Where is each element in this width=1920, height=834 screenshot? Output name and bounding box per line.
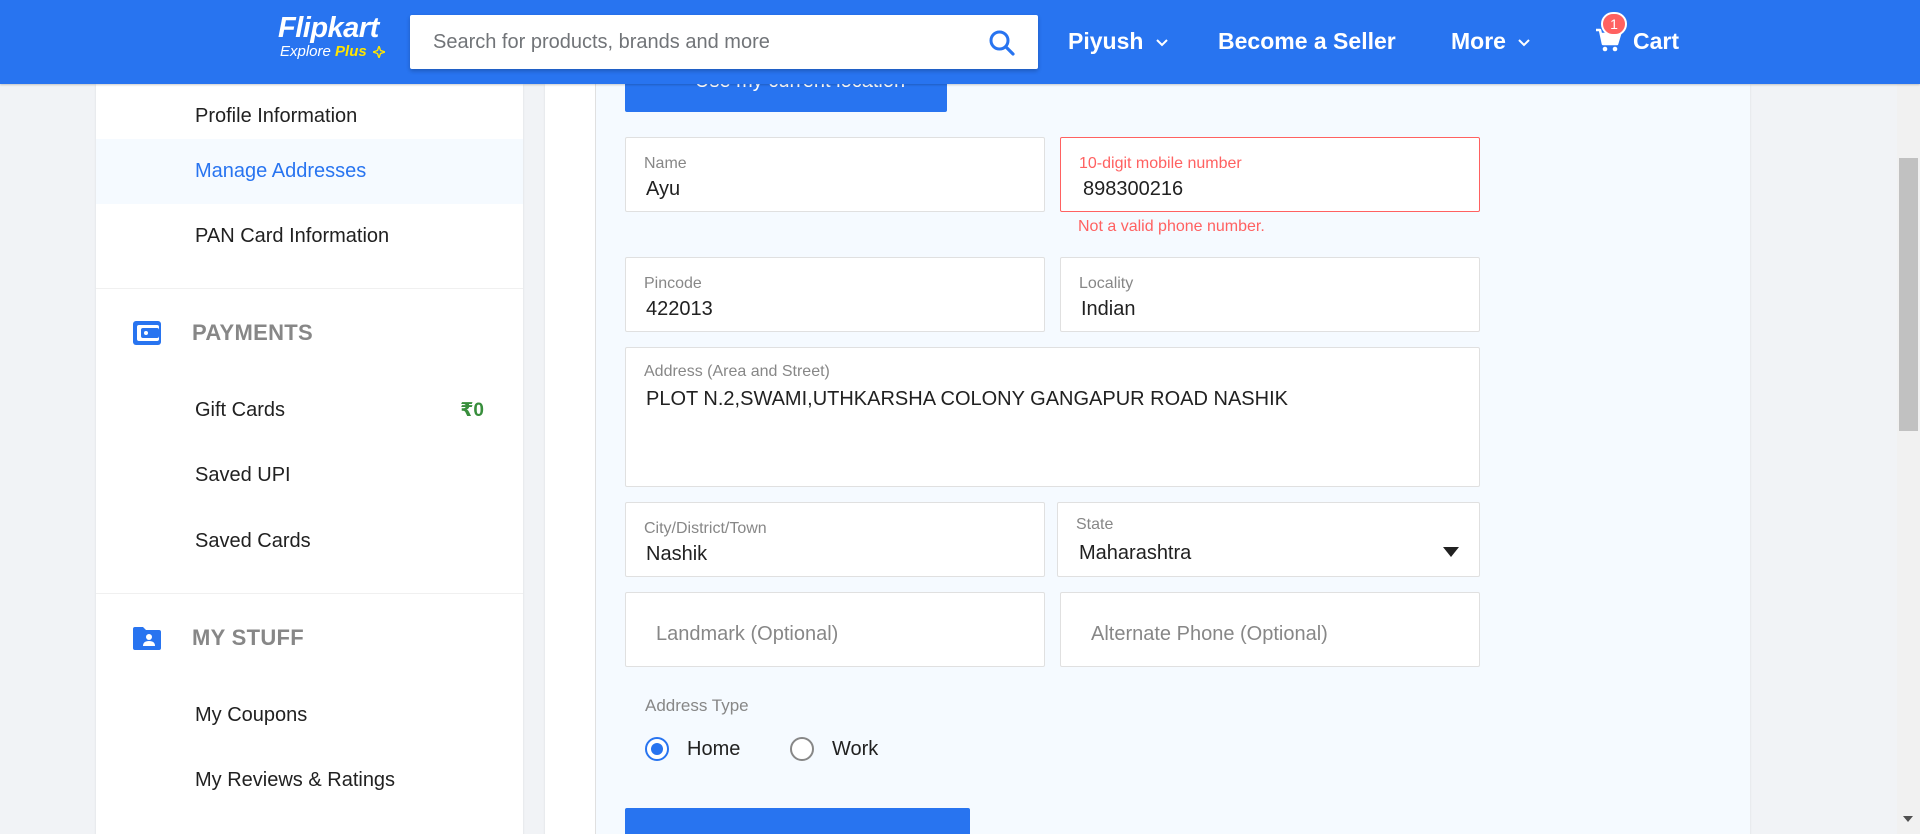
logo-brand: Flipkart: [278, 12, 379, 44]
location-button-label: Use my current location: [695, 84, 905, 93]
cart-label: Cart: [1633, 28, 1680, 54]
wallet-icon: [133, 321, 161, 345]
sidebar-item-label: Gift Cards: [195, 399, 286, 421]
address-textarea[interactable]: Address (Area and Street) PLOT N.2,SWAMI…: [625, 347, 1480, 487]
locality-value: Indian: [1081, 298, 1136, 320]
mystuff-section-header: MY STUFF: [96, 609, 523, 669]
payments-section-header: PAYMENTS: [96, 304, 523, 364]
search-icon[interactable]: [988, 29, 1016, 57]
mobile-label: 10-digit mobile number: [1079, 155, 1242, 172]
state-select[interactable]: State Maharashtra: [1057, 502, 1480, 577]
sidebar-item-gift-cards[interactable]: Gift Cards: [96, 378, 523, 443]
search-input[interactable]: [410, 15, 950, 69]
landmark-placeholder: Landmark (Optional): [656, 623, 839, 645]
city-value: Nashik: [646, 543, 708, 565]
folder-user-icon: [133, 627, 161, 650]
logo-tagline: Explore Plus: [280, 43, 385, 61]
cart-link[interactable]: Cart: [1633, 26, 1679, 56]
sidebar-item-my-reviews-ratings[interactable]: My Reviews & Ratings: [96, 748, 523, 813]
user-name: Piyush: [1068, 28, 1144, 54]
locality-field[interactable]: Locality Indian: [1060, 257, 1480, 332]
save-button[interactable]: [625, 808, 970, 834]
name-label: Name: [644, 155, 687, 172]
become-seller-link[interactable]: Become a Seller: [1218, 26, 1396, 56]
address-type-label: Address Type: [645, 696, 749, 715]
alternate-phone-placeholder: Alternate Phone (Optional): [1091, 623, 1328, 645]
name-value: Ayu: [646, 178, 681, 200]
sidebar-item-saved-upi[interactable]: Saved UPI: [96, 443, 523, 508]
chevron-down-icon: [1156, 39, 1168, 47]
pincode-label: Pincode: [644, 275, 702, 292]
sidebar-item-my-coupons[interactable]: My Coupons: [96, 683, 523, 748]
dropdown-caret-icon: [1443, 547, 1459, 557]
gift-card-balance: ₹0: [460, 400, 484, 421]
work-radio-label[interactable]: Work: [832, 737, 878, 761]
sidebar-item-saved-cards[interactable]: Saved Cards: [96, 509, 523, 574]
landmark-field[interactable]: Landmark (Optional): [625, 592, 1045, 667]
work-radio[interactable]: [790, 737, 814, 761]
section-divider: [96, 288, 523, 289]
locality-label: Locality: [1079, 275, 1134, 292]
mobile-number-field[interactable]: 10-digit mobile number 898300216: [1060, 137, 1480, 212]
sidebar-item-manage-addresses[interactable]: Manage Addresses: [96, 139, 523, 204]
mystuff-title: MY STUFF: [192, 625, 304, 650]
logo-plus: Plus: [335, 43, 367, 60]
city-label: City/District/Town: [644, 520, 767, 537]
state-value: Maharashtra: [1079, 542, 1192, 564]
top-header: Flipkart Explore Plus Piyush Become a Se…: [0, 0, 1920, 84]
sidebar-item-pan-card-information[interactable]: PAN Card Information: [96, 204, 523, 269]
pincode-field[interactable]: Pincode 422013: [625, 257, 1045, 332]
mobile-value: 898300216: [1083, 178, 1184, 200]
search-box: [410, 15, 1038, 69]
scrollbar-thumb[interactable]: [1899, 158, 1918, 431]
logo-explore: Explore: [280, 43, 331, 60]
scroll-down-arrow-icon[interactable]: [1903, 816, 1913, 822]
address-value: PLOT N.2,SWAMI,UTHKARSHA COLONY GANGAPUR…: [646, 388, 1288, 410]
state-label: State: [1076, 516, 1114, 533]
more-menu[interactable]: More: [1451, 26, 1531, 56]
payments-title: PAYMENTS: [192, 320, 313, 345]
name-field[interactable]: Name Ayu: [625, 137, 1045, 212]
alternate-phone-field[interactable]: Alternate Phone (Optional): [1060, 592, 1480, 667]
home-radio-label[interactable]: Home: [687, 737, 740, 761]
pincode-value: 422013: [646, 298, 713, 320]
use-current-location-button[interactable]: Use my current location: [625, 84, 947, 112]
chevron-down-icon: [1518, 39, 1531, 47]
section-divider: [96, 593, 523, 594]
more-label: More: [1451, 28, 1506, 54]
mobile-error-message: Not a valid phone number.: [1078, 218, 1265, 235]
user-menu[interactable]: Piyush: [1068, 26, 1168, 56]
flipkart-logo[interactable]: Flipkart Explore Plus: [278, 13, 385, 61]
seller-label: Become a Seller: [1218, 28, 1396, 54]
plus-star-icon: [372, 46, 385, 59]
home-radio[interactable]: [645, 737, 669, 761]
address-label: Address (Area and Street): [644, 363, 830, 380]
account-sidebar: Profile Information Manage Addresses PAN…: [96, 84, 523, 834]
city-field[interactable]: City/District/Town Nashik: [625, 502, 1045, 577]
cart-count-badge: 1: [1601, 12, 1627, 36]
